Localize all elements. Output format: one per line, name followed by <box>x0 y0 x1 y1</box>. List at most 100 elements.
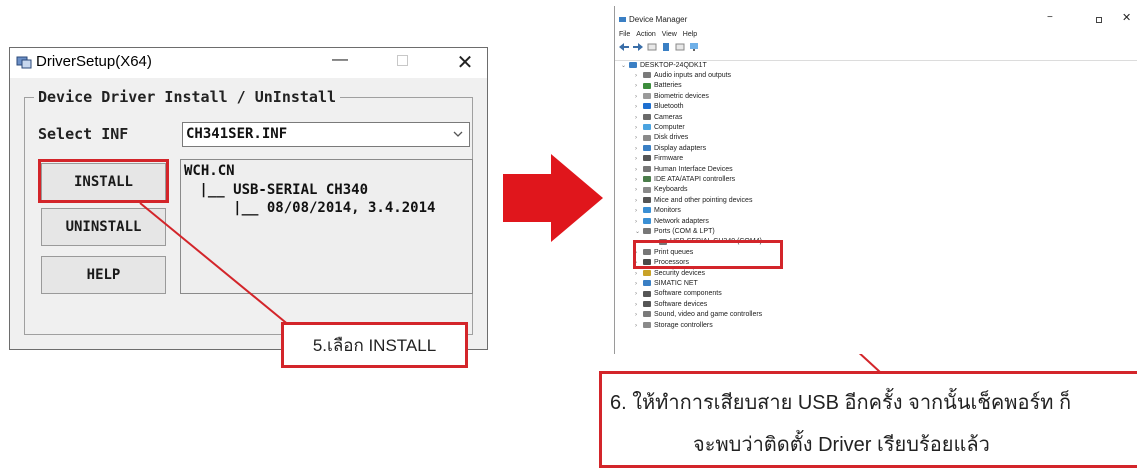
tree-item[interactable]: › Mice and other pointing devices <box>635 197 752 204</box>
tree-item-label: Software components <box>654 290 722 298</box>
tree-item-label: Security devices <box>654 269 705 277</box>
tree-item-label: Computer <box>654 124 685 131</box>
monitor-icon[interactable] <box>689 43 699 51</box>
tree-item[interactable]: › Keyboards <box>635 186 687 193</box>
device-category-icon <box>643 280 651 287</box>
chevron-down-icon[interactable]: ⌄ <box>635 228 643 235</box>
tree-item[interactable]: › Storage controllers <box>635 322 713 329</box>
device-manager-window: Device Manager − ✕ File Action View Help… <box>614 6 1137 354</box>
step-6-callout: 6. ให้ทำการเสียบสาย USB อีกครั้ง จากนั้น… <box>599 371 1137 468</box>
tree-item[interactable]: ⌄ Ports (COM & LPT) <box>635 228 715 235</box>
chevron-right-icon[interactable]: › <box>635 73 643 79</box>
tree-item-label: Audio inputs and outputs <box>654 72 732 79</box>
maximize-button[interactable] <box>1096 17 1102 23</box>
device-category-icon <box>643 92 651 99</box>
tree-item-label: Biometric devices <box>654 92 709 100</box>
tree-item[interactable]: › Software components <box>635 290 722 297</box>
forward-icon[interactable] <box>633 43 643 51</box>
tree-item[interactable]: › Disk drives <box>635 134 688 141</box>
device-category-icon <box>643 113 651 120</box>
properties-icon[interactable] <box>647 43 657 51</box>
window-title: Device Manager <box>629 15 688 24</box>
tree-item-label: Batteries <box>654 82 682 90</box>
tree-item[interactable]: › Display adapters <box>635 145 706 152</box>
tree-item-label: Keyboards <box>654 186 688 194</box>
tree-item[interactable]: › Batteries <box>635 82 682 89</box>
device-category-icon <box>643 134 651 141</box>
chevron-right-icon[interactable]: › <box>635 167 643 173</box>
device-category-icon <box>643 144 651 151</box>
chevron-right-icon[interactable]: › <box>635 291 643 297</box>
computer-icon <box>629 62 637 69</box>
tree-item[interactable]: › Computer <box>635 124 685 131</box>
update-driver-icon[interactable] <box>675 43 685 51</box>
device-category-icon <box>643 103 651 110</box>
chevron-right-icon[interactable]: › <box>635 198 643 204</box>
chevron-right-icon[interactable]: › <box>635 323 643 329</box>
tree-item[interactable]: › Software devices <box>635 301 707 308</box>
chevron-right-icon[interactable]: › <box>635 135 643 141</box>
device-category-icon <box>643 311 651 318</box>
ports-highlight-box <box>633 240 783 269</box>
chevron-right-icon[interactable]: › <box>635 271 643 277</box>
callout-line: 6. ให้ทำการเสียบสาย USB อีกครั้ง จากนั้น… <box>610 392 1072 414</box>
tree-item[interactable]: › Security devices <box>635 270 705 277</box>
chevron-right-icon[interactable]: › <box>635 83 643 89</box>
tree-item[interactable]: › Human Interface Devices <box>635 166 733 173</box>
tree-item-label: Network adapters <box>654 217 709 225</box>
tree-item-label: Human Interface Devices <box>654 165 733 173</box>
tree-item[interactable]: › Network adapters <box>635 218 709 225</box>
chevron-right-icon[interactable]: › <box>635 115 643 121</box>
tree-item[interactable]: › Audio inputs and outputs <box>635 72 731 79</box>
tree-item-label: Monitors <box>654 207 681 215</box>
chevron-right-icon[interactable]: › <box>635 94 643 100</box>
menu-file[interactable]: File <box>619 31 630 38</box>
device-category-icon <box>643 300 651 307</box>
device-category-icon <box>643 290 651 297</box>
chevron-right-icon[interactable]: › <box>635 187 643 193</box>
device-category-icon <box>643 155 651 162</box>
tree-item[interactable]: › SIMATIC NET <box>635 280 698 287</box>
minimize-button[interactable]: − <box>1047 12 1053 23</box>
tree-item[interactable]: › Sound, video and game controllers <box>635 311 762 318</box>
tree-item-label: Storage controllers <box>654 321 713 329</box>
device-manager-app-icon <box>619 17 626 22</box>
tree-root[interactable]: ⌄ DESKTOP-24QDK1T <box>621 62 707 69</box>
device-category-icon <box>643 228 651 235</box>
chevron-right-icon[interactable]: › <box>635 302 643 308</box>
toolbar <box>619 43 699 53</box>
device-category-icon <box>643 124 651 131</box>
back-icon[interactable] <box>619 43 629 51</box>
help-icon[interactable] <box>661 43 671 51</box>
close-button[interactable]: ✕ <box>1122 11 1131 24</box>
step-5-callout: 5.เลือก INSTALL <box>281 322 468 368</box>
chevron-down-icon[interactable]: ⌄ <box>621 62 629 69</box>
chevron-right-icon[interactable]: › <box>635 281 643 287</box>
tree-item[interactable]: › Bluetooth <box>635 103 684 110</box>
chevron-right-icon[interactable]: › <box>635 146 643 152</box>
tree-item[interactable]: › Firmware <box>635 155 683 162</box>
menu-action[interactable]: Action <box>636 31 655 38</box>
menu-view[interactable]: View <box>662 31 677 38</box>
device-category-icon <box>643 82 651 89</box>
tree-item[interactable]: › Cameras <box>635 114 682 121</box>
menu-help[interactable]: Help <box>683 31 697 38</box>
chevron-right-icon[interactable]: › <box>635 125 643 131</box>
device-category-icon <box>643 269 651 276</box>
tree-item-label: Cameras <box>654 113 683 121</box>
chevron-right-icon[interactable]: › <box>635 156 643 162</box>
tree-item[interactable]: › Monitors <box>635 207 681 214</box>
tree-item-label: IDE ATA/ATAPI controllers <box>654 176 736 183</box>
device-category-icon <box>643 321 651 328</box>
chevron-right-icon[interactable]: › <box>635 219 643 225</box>
tree-item[interactable]: › Biometric devices <box>635 93 709 100</box>
chevron-right-icon[interactable]: › <box>635 208 643 214</box>
callout-line: จะพบว่าติดตั้ง Driver เรียบร้อยแล้ว <box>693 434 990 456</box>
device-category-icon <box>643 176 651 183</box>
tree-item[interactable]: › IDE ATA/ATAPI controllers <box>635 176 735 183</box>
chevron-right-icon[interactable]: › <box>635 312 643 318</box>
chevron-right-icon[interactable]: › <box>635 104 643 110</box>
device-category-icon <box>643 217 651 224</box>
device-category-icon <box>643 186 651 193</box>
chevron-right-icon[interactable]: › <box>635 177 643 183</box>
